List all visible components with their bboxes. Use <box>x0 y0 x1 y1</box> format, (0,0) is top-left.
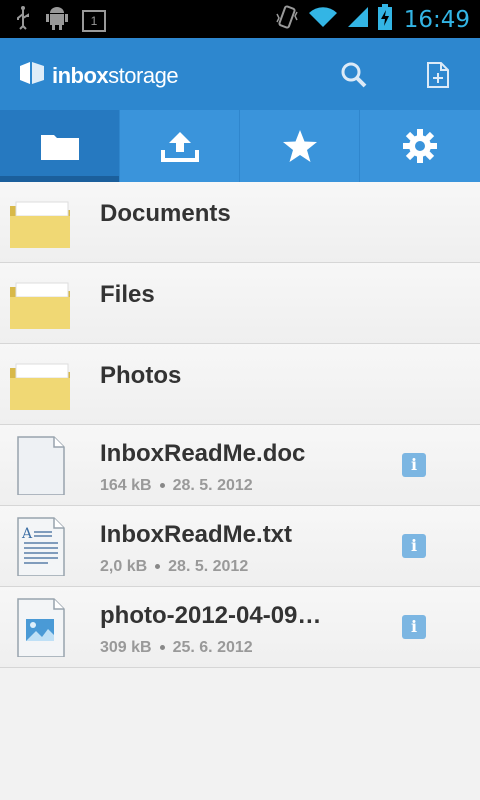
info-button[interactable]: i <box>402 453 426 477</box>
android-debug-icon <box>46 6 68 35</box>
folder-icon <box>10 201 70 248</box>
battery-charging-icon <box>377 4 392 35</box>
logo-text-rest: storage <box>108 63 179 88</box>
app-bar: inboxstorage <box>0 38 480 110</box>
signal-icon <box>346 5 370 34</box>
item-name: Photos <box>100 362 182 389</box>
item-meta: 2,0 kB 28. 5. 2012 <box>100 558 248 576</box>
item-date: 25. 6. 2012 <box>172 639 253 656</box>
item-name: Documents <box>100 200 231 227</box>
app-logo: inboxstorage <box>18 62 179 90</box>
logo-text-bold: inbox <box>52 63 109 88</box>
item-name: Files <box>100 281 155 308</box>
upload-icon <box>160 132 199 162</box>
inbox-logo-icon <box>18 62 46 90</box>
search-button[interactable] <box>337 58 371 92</box>
image-file-icon <box>17 598 65 657</box>
tab-favorites[interactable] <box>240 110 360 182</box>
item-name: InboxReadMe.txt <box>100 521 293 548</box>
list-item-photos[interactable]: Photos <box>0 344 480 425</box>
gear-icon <box>403 129 437 163</box>
item-size: 309 kB <box>100 639 152 656</box>
item-size: 164 kB <box>100 477 152 494</box>
folder-icon <box>40 135 79 160</box>
notification-icon: 1 <box>82 9 106 32</box>
file-list: Documents Files Photos InboxReadMe.doc 1… <box>0 182 480 668</box>
item-meta: 309 kB 25. 6. 2012 <box>100 639 253 657</box>
item-name: photo-2012-04-09… <box>100 602 322 629</box>
document-icon <box>17 436 65 495</box>
item-size: 2,0 kB <box>100 558 148 575</box>
list-item-documents[interactable]: Documents <box>0 182 480 263</box>
list-item-inboxreadme-txt[interactable]: A InboxReadMe.txt 2,0 kB 28. 5. 2012 i <box>0 506 480 587</box>
item-date: 28. 5. 2012 <box>168 558 249 575</box>
item-meta: 164 kB 28. 5. 2012 <box>100 477 253 495</box>
list-item-photo[interactable]: photo-2012-04-09… 309 kB 25. 6. 2012 i <box>0 587 480 668</box>
item-name: InboxReadMe.doc <box>100 440 306 467</box>
vibrate-icon <box>274 4 300 35</box>
tab-settings[interactable] <box>360 110 480 182</box>
list-item-files[interactable]: Files <box>0 263 480 344</box>
usb-icon <box>14 6 32 35</box>
item-date: 28. 5. 2012 <box>172 477 253 494</box>
text-file-icon: A <box>17 517 65 576</box>
wifi-icon <box>308 5 338 34</box>
list-item-inboxreadme-doc[interactable]: InboxReadMe.doc 164 kB 28. 5. 2012 i <box>0 425 480 506</box>
search-icon <box>341 62 367 88</box>
status-time: 16:49 <box>403 6 470 33</box>
status-bar: 1 16:49 <box>0 0 480 38</box>
info-button[interactable]: i <box>402 615 426 639</box>
tab-bar <box>0 110 480 182</box>
tab-upload[interactable] <box>120 110 240 182</box>
new-document-icon <box>427 62 449 88</box>
tab-folders[interactable] <box>0 110 120 182</box>
info-button[interactable]: i <box>402 534 426 558</box>
svg-text:A: A <box>21 526 33 542</box>
new-document-button[interactable] <box>421 58 455 92</box>
star-icon <box>282 130 317 162</box>
folder-icon <box>10 282 70 329</box>
folder-icon <box>10 363 70 410</box>
